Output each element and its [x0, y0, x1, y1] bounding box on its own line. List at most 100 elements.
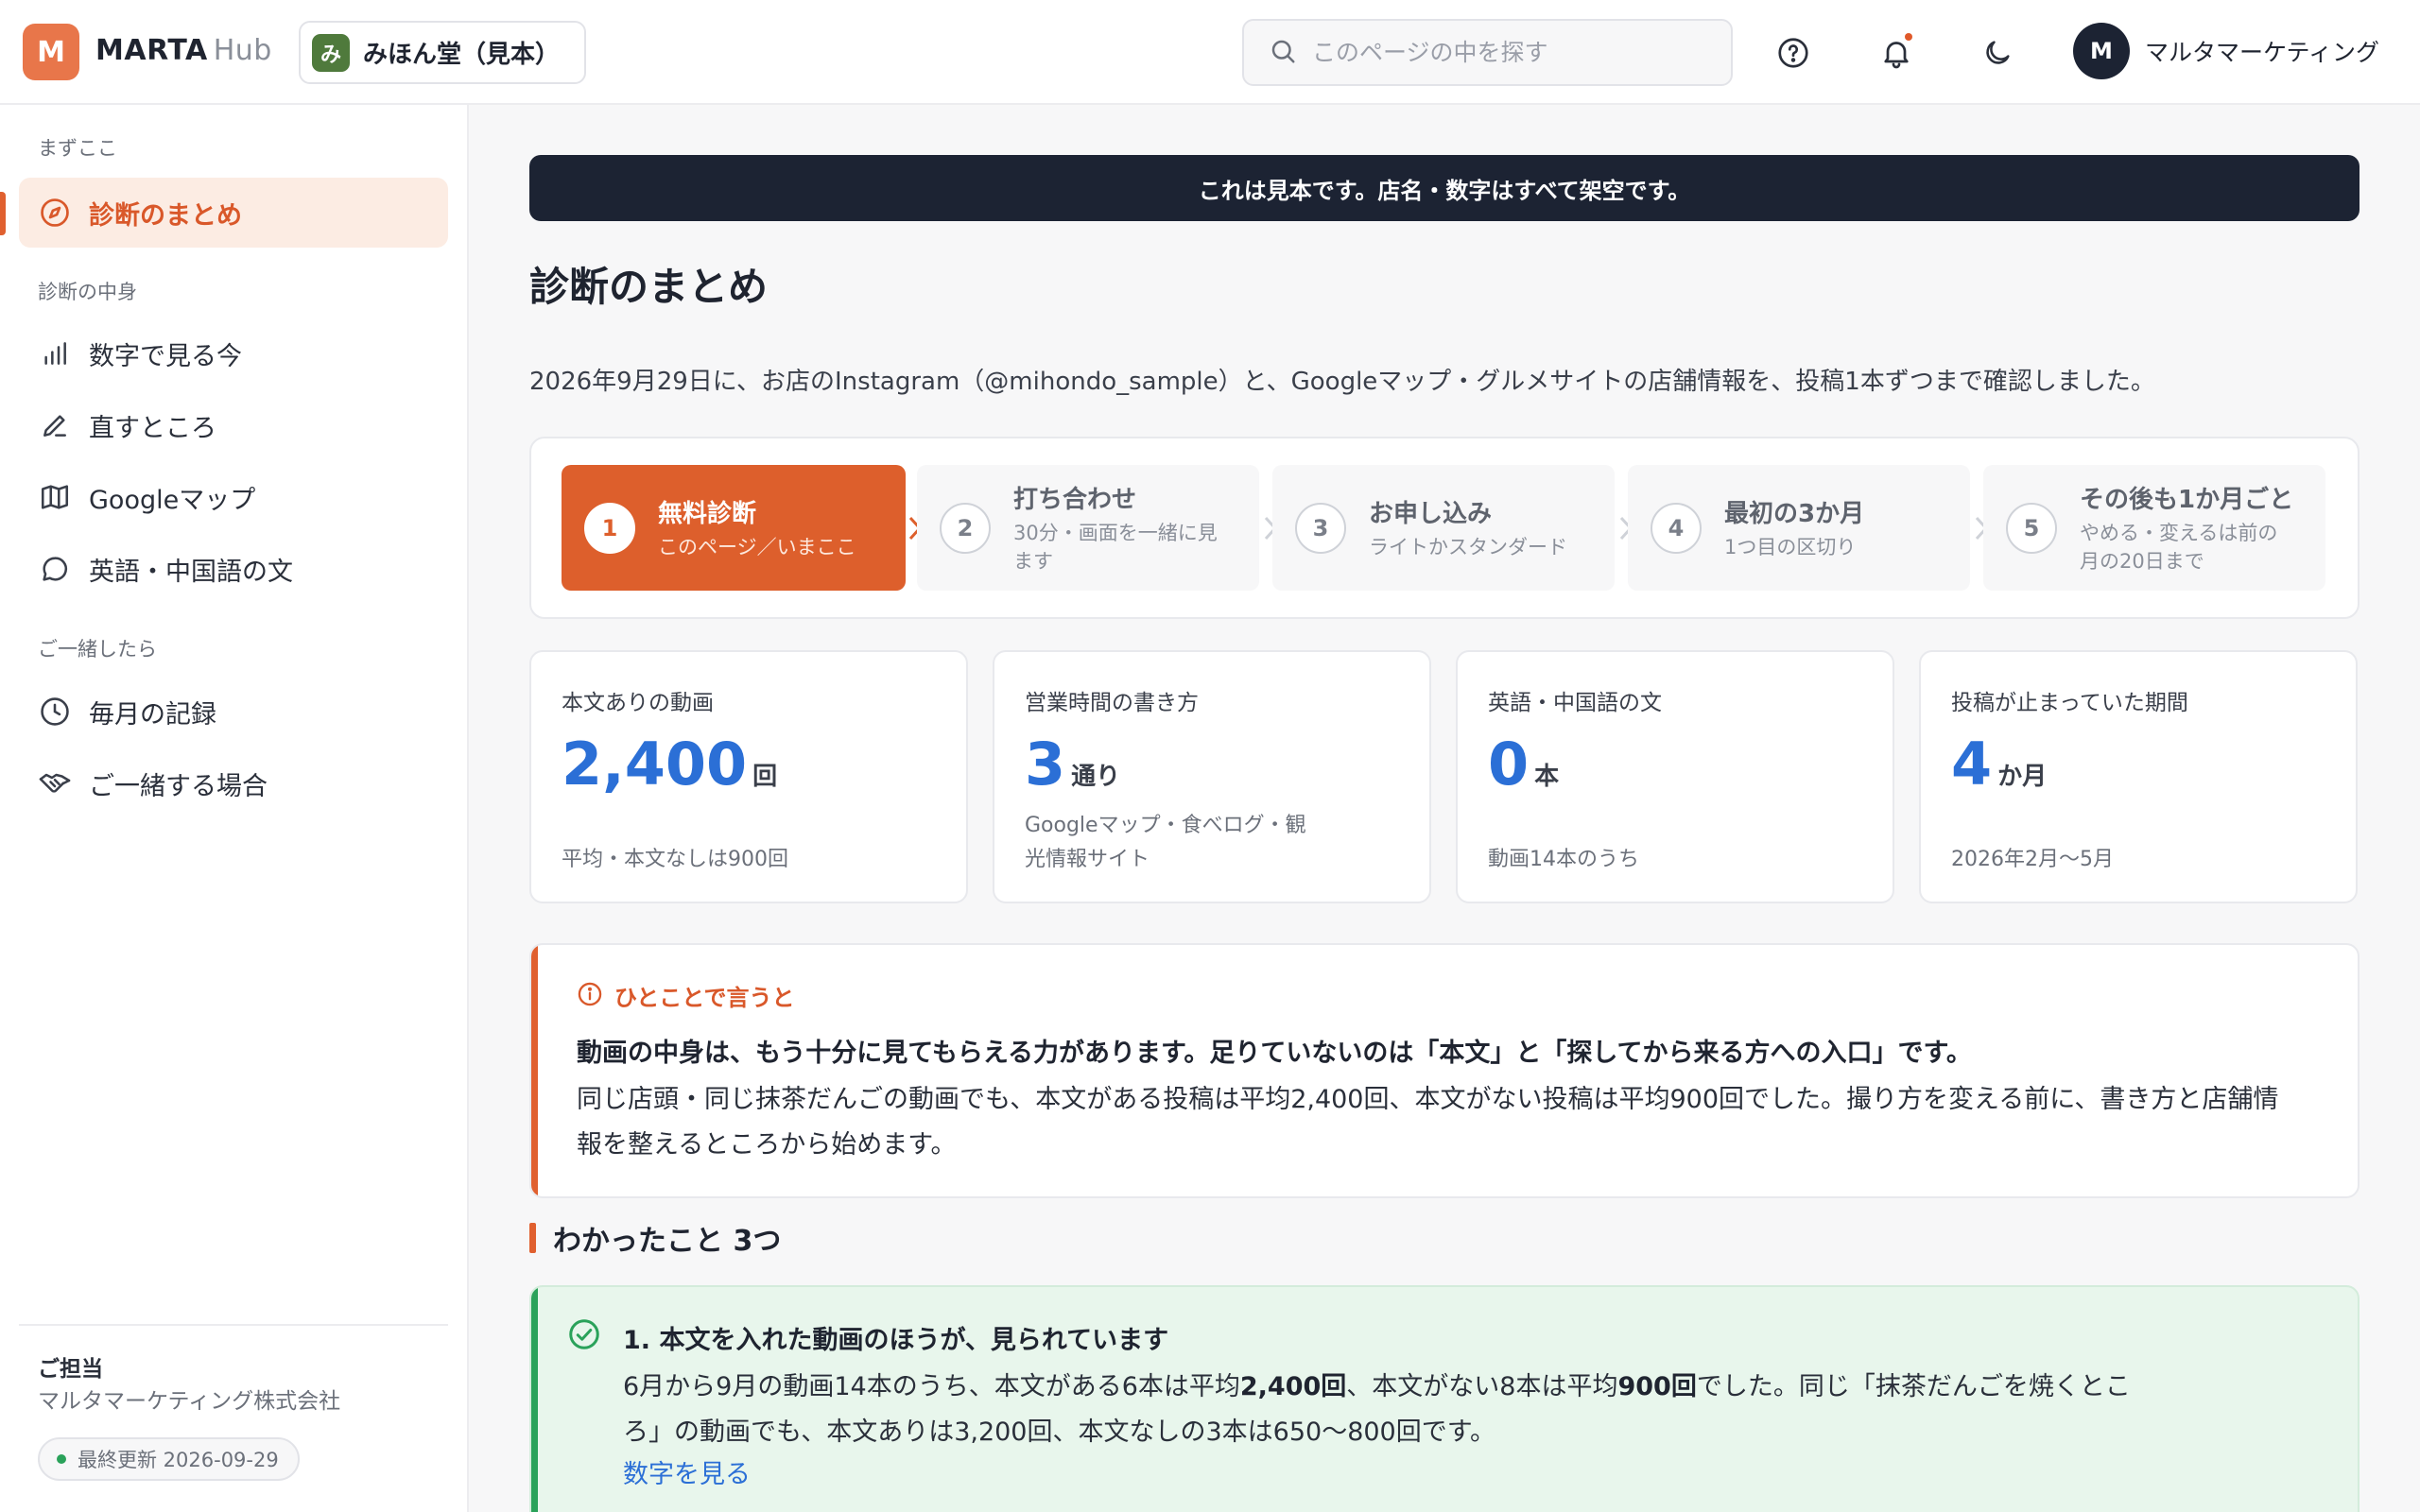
- step-1[interactable]: 1 無料診断 このページ／いまここ: [562, 465, 906, 591]
- step-title: その後も1か月ごと: [2080, 486, 2294, 514]
- step-3[interactable]: 3 お申し込み ライトかスタンダード: [1272, 465, 1615, 591]
- brand-text: MARTA: [95, 34, 208, 67]
- sidebar-item-google-maps[interactable]: Googleマップ: [19, 462, 448, 532]
- owner-label: ご担当: [38, 1357, 103, 1382]
- findings-heading: わかったこと 3つ: [553, 1225, 782, 1258]
- stat-card-captioned-videos: 本文ありの動画 2,400 回 平均・本文なしは900回: [529, 650, 968, 903]
- sidebar-item-partnership[interactable]: ご一緒する場合: [19, 748, 448, 818]
- sidebar-item-summary[interactable]: 診断のまとめ: [19, 178, 448, 248]
- stat-label: 英語・中国語の文: [1488, 691, 1662, 715]
- sidebar-item-label: 直すところ: [89, 413, 216, 443]
- bar-chart-icon: [38, 336, 72, 370]
- step-sub: ライトかスタンダード: [1369, 536, 1567, 558]
- step-sub: 30分・画面を一緒に見ます: [1013, 522, 1218, 573]
- sidebar-section-content: 診断の中身: [38, 281, 137, 303]
- finding-title: 1. 本文を入れた動画のほうが、見られています: [623, 1326, 1169, 1355]
- sidebar-item-label: 毎月の記録: [89, 699, 216, 730]
- store-name: みほん堂（見本）: [363, 41, 561, 69]
- stat-sub: 動画14本のうち: [1488, 848, 1639, 871]
- stat-sub: 2026年2月〜5月: [1951, 848, 2114, 871]
- stat-sub: Googleマップ・食べログ・観光情報サイト: [1025, 814, 1306, 871]
- compass-icon: [38, 196, 72, 230]
- stat-sub: 平均・本文なしは900回: [562, 848, 788, 871]
- check-circle-icon: [567, 1317, 601, 1355]
- finding-accent-bar: [531, 1287, 538, 1512]
- step-number: 2: [940, 502, 991, 554]
- brand-suffix: Hub: [213, 34, 272, 67]
- step-title: 無料診断: [658, 500, 757, 528]
- search-box[interactable]: [1242, 19, 1733, 86]
- sidebar-item-monthly-log[interactable]: 毎月の記録: [19, 677, 448, 747]
- summary-accent-bar: [531, 945, 538, 1196]
- store-switcher[interactable]: み みほん堂（見本）: [299, 21, 586, 84]
- stat-value: 0: [1488, 730, 1530, 799]
- sidebar-item-fixes[interactable]: 直すところ: [19, 390, 448, 460]
- step-number: 3: [1295, 502, 1346, 554]
- finding-highlight: 2,400回: [1239, 1372, 1347, 1401]
- step-4[interactable]: 4 最初の3か月 1つ目の区切り: [1628, 465, 1970, 591]
- finding-text: 6月から9月の動画14本のうち、本文がある6本は平均: [623, 1372, 1240, 1401]
- stat-unit: 本: [1534, 763, 1560, 791]
- step-number: 4: [1651, 502, 1702, 554]
- stat-value: 4: [1951, 730, 1993, 799]
- notification-dot: [1905, 33, 1912, 41]
- stat-card-hours-format: 営業時間の書き方 3 通り Googleマップ・食べログ・観光情報サイト: [993, 650, 1431, 903]
- search-input[interactable]: [1312, 39, 1728, 66]
- finding-body: 6月から9月の動画14本のうち、本文がある6本は平均2,400回、本文がない8本…: [623, 1365, 2135, 1455]
- summary-callout: ひとことで言うと 動画の中身は、もう十分に見てもらえる力があります。足りていない…: [529, 943, 2360, 1198]
- help-icon[interactable]: [1772, 31, 1815, 75]
- step-number: 5: [2006, 502, 2057, 554]
- sidebar-item-languages[interactable]: 英語・中国語の文: [19, 534, 448, 604]
- sidebar-item-label: Googleマップ: [89, 485, 256, 515]
- user-menu[interactable]: M マルタマーケティング: [2073, 23, 2379, 79]
- stat-card-posting-gap: 投稿が止まっていた期間 4 か月 2026年2月〜5月: [1919, 650, 2358, 903]
- summary-lead: 動画の中身は、もう十分に見てもらえる力があります。足りていないのは「本文」と「探…: [577, 1039, 1972, 1068]
- step-2[interactable]: 2 打ち合わせ 30分・画面を一緒に見ます: [917, 465, 1259, 591]
- sidebar-item-label: 英語・中国語の文: [89, 557, 293, 587]
- brand-name: MARTA Hub: [95, 34, 272, 67]
- stat-label: 本文ありの動画: [562, 691, 714, 715]
- section-marker: [529, 1223, 536, 1253]
- search-icon: [1269, 37, 1297, 69]
- view-numbers-link[interactable]: 数字を見る: [623, 1453, 751, 1490]
- stat-label: 投稿が止まっていた期間: [1951, 691, 2188, 715]
- step-title: 最初の3か月: [1724, 500, 1865, 528]
- owner-name: マルタマーケティング株式会社: [38, 1389, 341, 1414]
- status-dot: [57, 1454, 66, 1464]
- stat-card-languages: 英語・中国語の文 0本 動画14本のうち: [1456, 650, 1894, 903]
- findings-section-title: わかったこと 3つ: [529, 1217, 781, 1259]
- sidebar-item-label: 診断のまとめ: [89, 200, 242, 231]
- avatar: M: [2073, 23, 2130, 79]
- step-sub: このページ／いまここ: [658, 536, 856, 558]
- active-indicator: [0, 192, 6, 235]
- last-updated-badge: 最終更新 2026-09-29: [38, 1437, 300, 1481]
- last-updated-text: 最終更新 2026-09-29: [78, 1449, 279, 1471]
- step-title: お申し込み: [1369, 500, 1493, 528]
- stat-unit: 回: [752, 763, 778, 791]
- process-steps: 1 無料診断 このページ／いまここ 2 打ち合わせ 30分・画面を一緒に見ます …: [529, 437, 2360, 619]
- step-number: 1: [584, 502, 635, 554]
- summary-heading: ひとことで言うと: [614, 985, 795, 1011]
- stat-unit: 通り: [1071, 763, 1121, 791]
- finding-text: 、本文がない8本は平均: [1346, 1372, 1618, 1401]
- step-5[interactable]: 5 その後も1か月ごと やめる・変えるは前の月の20日まで: [1983, 465, 2325, 591]
- bell-icon[interactable]: [1875, 31, 1918, 75]
- step-title: 打ち合わせ: [1013, 486, 1137, 514]
- sidebar-item-label: ご一緒する場合: [89, 771, 268, 801]
- stat-value: 3: [1025, 730, 1066, 799]
- sidebar-section-together: ご一緒したら: [38, 638, 157, 661]
- moon-icon[interactable]: [1976, 31, 2019, 75]
- chat-icon: [38, 552, 72, 586]
- summary-body: 同じ店頭・同じ抹茶だんごの動画でも、本文がある投稿は平均2,400回、本文がない…: [577, 1085, 2279, 1160]
- stat-value: 2,400: [562, 730, 748, 799]
- clock-icon: [38, 695, 72, 729]
- sidebar-section-start: まずここ: [38, 137, 117, 160]
- user-name: マルタマーケティング: [2145, 39, 2380, 66]
- sidebar-item-numbers[interactable]: 数字で見る今: [19, 318, 448, 388]
- app-logo[interactable]: M: [23, 24, 79, 80]
- page-intro: 2026年9月29日に、お店のInstagram（@mihondo_sample…: [529, 368, 2155, 396]
- pencil-icon: [38, 408, 72, 442]
- step-sub: やめる・変えるは前の月の20日まで: [2080, 522, 2278, 573]
- handshake-icon: [38, 766, 72, 800]
- sidebar: まずここ 診断のまとめ 診断の中身 数字で見る今 直すところ Googleマップ…: [0, 105, 469, 1512]
